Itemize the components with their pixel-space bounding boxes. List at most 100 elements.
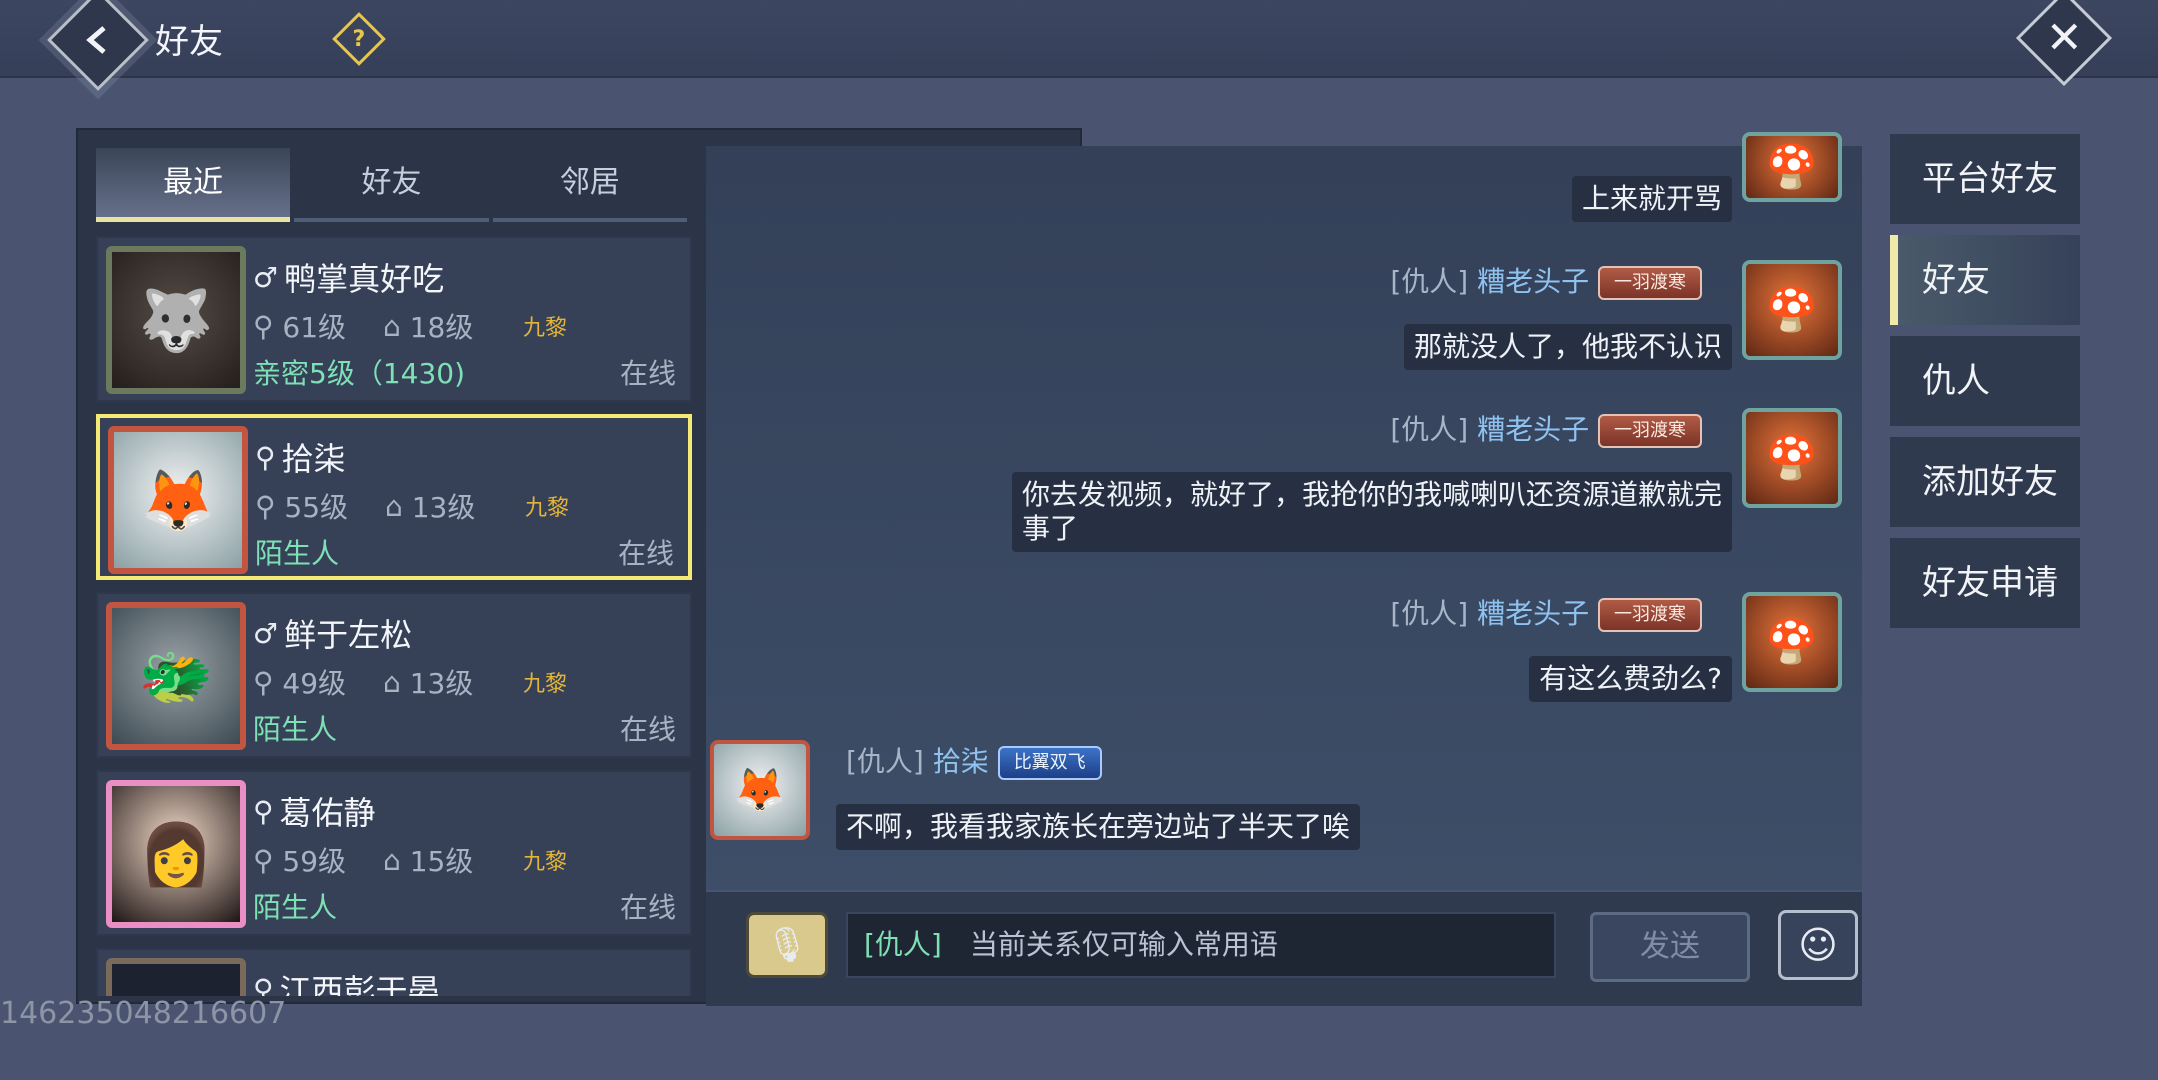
message-header: [仇人] 糟老头子 一羽渡寒 — [1390, 260, 1702, 300]
chat-bubble: 那就没人了，他我不认识 — [1403, 324, 1732, 370]
level-icon: ⚲ — [253, 309, 283, 343]
server-name: 九黎 — [523, 672, 568, 697]
level-icon: ⚲ — [253, 843, 283, 877]
send-button[interactable]: 发送 — [1590, 912, 1750, 982]
avatar[interactable]: 👩 — [106, 780, 246, 928]
side-item-add-friend[interactable]: 添加好友 — [1890, 437, 2080, 527]
male-icon: ♂ — [253, 616, 279, 650]
relation-status: 陌生人 — [253, 713, 338, 746]
friend-item[interactable]: 🐲 ♂ 鲜于左松 ⚲ 49级 ⌂ 13级 九黎 陌生人 在线 — [96, 592, 692, 758]
friend-level: 49级 — [282, 667, 347, 700]
title-badge: 一羽渡寒 — [1598, 266, 1702, 300]
page-title: 好友 — [155, 22, 223, 62]
chevron-left-icon — [86, 26, 106, 54]
smiley-icon: ☺ — [1798, 923, 1838, 967]
friend-level: 55级 — [284, 491, 349, 524]
male-icon: ♂ — [253, 260, 279, 294]
message-header: [仇人] 糟老头子 一羽渡寒 — [1390, 592, 1702, 632]
relation-status: 陌生人 — [255, 537, 340, 570]
house-icon: ⌂ — [383, 309, 410, 343]
sender-name[interactable]: 糟老头子 — [1477, 413, 1589, 446]
avatar[interactable]: 🍄 — [1742, 592, 1842, 692]
avatar[interactable]: 🐲 — [106, 602, 246, 750]
tab-friends[interactable]: 好友 — [294, 148, 489, 222]
female-icon: ⚲ — [253, 972, 274, 997]
chat-bubble: 你去发视频，就好了，我抢你的我喊喇叭还资源道歉就完事了 — [1012, 472, 1732, 552]
help-icon[interactable]: ? — [332, 12, 386, 66]
tab-neighbors[interactable]: 邻居 — [492, 148, 687, 222]
chat-panel[interactable]: 上来就开骂 🍄 [仇人] 糟老头子 一羽渡寒 那就没人了，他我不认识 🍄 [仇人… — [706, 132, 1862, 1006]
avatar[interactable]: 🍄 — [1742, 408, 1842, 508]
chat-bubble: 上来就开骂 — [1571, 176, 1732, 222]
enemy-tag: [仇人] — [846, 745, 924, 778]
server-name: 九黎 — [523, 316, 568, 341]
top-bar: 好友 ? ✕ — [0, 0, 2158, 91]
relation-status: 亲密5级（1430) — [253, 357, 465, 390]
chat-bubble: 不啊，我看我家族长在旁边站了半天了唉 — [836, 804, 1361, 850]
friend-name: 鸭掌真好吃 — [284, 260, 445, 298]
avatar[interactable]: 🐺 — [106, 246, 246, 394]
sender-name[interactable]: 糟老头子 — [1477, 265, 1589, 298]
avatar[interactable]: 🍄 — [1742, 132, 1842, 202]
tab-recent[interactable]: 最近 — [96, 148, 291, 222]
side-item-friends[interactable]: 好友 — [1890, 235, 2080, 325]
friend-level: 61级 — [282, 311, 347, 344]
side-item-platform-friends[interactable]: 平台好友 — [1890, 134, 2080, 224]
back-button[interactable] — [47, 0, 149, 91]
level-icon: ⚲ — [255, 489, 285, 523]
server-name: 九黎 — [525, 496, 570, 521]
close-button[interactable]: ✕ — [2015, 0, 2113, 87]
friend-name: 江西彭于晏 — [279, 972, 440, 996]
friend-home-level: 13级 — [409, 667, 474, 700]
avatar[interactable] — [106, 958, 246, 996]
title-badge: 一羽渡寒 — [1598, 414, 1702, 448]
friend-item[interactable]: 🐺 ♂ 鸭掌真好吃 ⚲ 61级 ⌂ 18级 九黎 亲密5级（1430) 在线 — [96, 236, 692, 402]
title-badge: 一羽渡寒 — [1598, 598, 1702, 632]
chat-bubble: 有这么费劲么? — [1529, 656, 1732, 702]
online-status: 在线 — [619, 357, 676, 390]
friend-home-level: 13级 — [411, 491, 476, 524]
sender-name[interactable]: 拾柒 — [933, 745, 989, 778]
friend-item[interactable]: 👩 ⚲ 葛佑静 ⚲ 59级 ⌂ 15级 九黎 陌生人 在线 — [96, 770, 692, 936]
side-menu: 平台好友 好友 仇人 添加好友 好友申请 — [1890, 134, 2080, 639]
friend-list[interactable]: 🐺 ♂ 鸭掌真好吃 ⚲ 61级 ⌂ 18级 九黎 亲密5级（1430) 在线 🦊 … — [96, 236, 692, 996]
watermark-id: 146235048216607 — [0, 996, 287, 1031]
house-icon: ⌂ — [383, 665, 410, 699]
side-item-friend-requests[interactable]: 好友申请 — [1890, 538, 2080, 628]
online-status: 在线 — [619, 891, 676, 924]
enemy-tag: [仇人] — [1390, 413, 1469, 446]
house-icon: ⌂ — [385, 489, 412, 523]
relation-status: 陌生人 — [253, 891, 338, 924]
emoji-button[interactable]: ☺ — [1778, 910, 1858, 980]
avatar[interactable]: 🍄 — [1742, 260, 1842, 360]
enemy-tag: [仇人] — [1390, 265, 1469, 298]
avatar[interactable]: 🦊 — [108, 426, 248, 574]
voice-button[interactable]: 🎙 — [746, 912, 828, 978]
chat-input-bar: 🎙 [仇人] 当前关系仅可输入常用语 发送 ☺ — [706, 890, 1862, 1006]
search-icon: ⚲ — [255, 440, 276, 474]
house-icon: ⌂ — [383, 843, 410, 877]
channel-prefix: [仇人] — [864, 928, 942, 961]
friend-item[interactable]: 🦊 ⚲ 拾柒 ⚲ 55级 ⌂ 13级 九黎 陌生人 在线 — [96, 414, 692, 580]
friend-item[interactable]: ⚲ 江西彭于晏 — [96, 948, 692, 996]
friend-home-level: 15级 — [409, 845, 474, 878]
tab-bar: 最近 好友 邻居 — [96, 148, 691, 222]
message-header: [仇人] 糟老头子 一羽渡寒 — [1390, 408, 1702, 448]
message-header: [仇人] 拾柒 比翼双飞 — [846, 740, 1102, 780]
title-badge: 比翼双飞 — [997, 746, 1102, 780]
friend-name: 拾柒 — [281, 440, 346, 478]
online-status: 在线 — [619, 713, 676, 746]
chat-input[interactable]: [仇人] 当前关系仅可输入常用语 — [846, 912, 1556, 978]
avatar[interactable]: 🦊 — [710, 740, 810, 840]
sender-name[interactable]: 糟老头子 — [1477, 597, 1589, 630]
friend-name: 鲜于左松 — [284, 616, 413, 654]
side-item-enemies[interactable]: 仇人 — [1890, 336, 2080, 426]
friend-name: 葛佑静 — [279, 794, 376, 832]
microphone-icon: 🎙 — [765, 925, 809, 965]
server-name: 九黎 — [523, 850, 568, 875]
enemy-tag: [仇人] — [1390, 597, 1469, 630]
friend-home-level: 18级 — [409, 311, 474, 344]
female-icon: ⚲ — [253, 794, 274, 828]
input-placeholder: 当前关系仅可输入常用语 — [969, 928, 1278, 961]
level-icon: ⚲ — [253, 665, 283, 699]
